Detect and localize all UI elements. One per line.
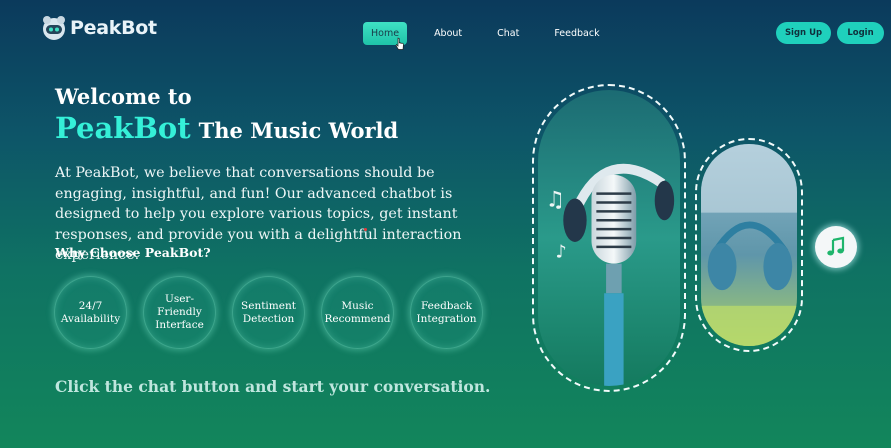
mouse-cursor-icon: [395, 37, 404, 50]
svg-text:♪: ♪: [556, 243, 567, 263]
feature-sentiment: Sentiment Detection: [232, 276, 305, 349]
music-button[interactable]: [815, 226, 857, 268]
hero-brand: PeakBot: [55, 111, 191, 145]
decorative-dot: [364, 228, 367, 231]
feature-feedback: Feedback Integration: [410, 276, 483, 349]
nav-chat[interactable]: Chat: [489, 22, 527, 45]
robot-logo-icon: [43, 16, 65, 40]
feature-availability: 24/7 Availability: [54, 276, 127, 349]
nav-feedback[interactable]: Feedback: [546, 22, 607, 45]
login-button[interactable]: Login: [837, 22, 884, 44]
feature-line: 24/7: [78, 299, 103, 312]
brand-name: PeakBot: [70, 17, 157, 39]
music-note-icon: [827, 236, 845, 256]
feature-interface: User-Friendly Interface: [143, 276, 216, 349]
feature-line: Availability: [60, 312, 121, 325]
feature-line: Interface: [155, 319, 204, 331]
feature-line: User-Friendly: [157, 293, 202, 318]
cta-text: Click the chat button and start your con…: [55, 377, 491, 396]
why-heading: Why Choose PeakBot?: [55, 245, 211, 260]
feature-line: Music: [341, 299, 374, 312]
headphones-image-frame: [695, 138, 803, 352]
logo[interactable]: PeakBot: [40, 14, 157, 42]
microphone-headphones-image: ♫ ♪: [538, 90, 680, 386]
feature-line: Recommend: [324, 312, 391, 325]
feature-line: Feedback: [420, 299, 473, 312]
feature-music: Music Recommend: [321, 276, 394, 349]
headphones-image: [701, 144, 797, 346]
nav-about[interactable]: About: [426, 22, 470, 45]
signup-button[interactable]: Sign Up: [776, 22, 831, 44]
svg-text:♫: ♫: [546, 187, 565, 212]
hero-title-rest: The Music World: [198, 118, 399, 143]
hero-title: PeakBot The Music World: [55, 111, 398, 145]
welcome-heading: Welcome to: [55, 84, 192, 109]
feature-line: Integration: [416, 312, 477, 325]
feature-list: 24/7 Availability User-Friendly Interface …: [54, 276, 483, 349]
microphone-image-frame: ♫ ♪: [532, 84, 686, 392]
feature-line: Sentiment: [241, 299, 296, 312]
feature-line: Detection: [242, 312, 295, 325]
